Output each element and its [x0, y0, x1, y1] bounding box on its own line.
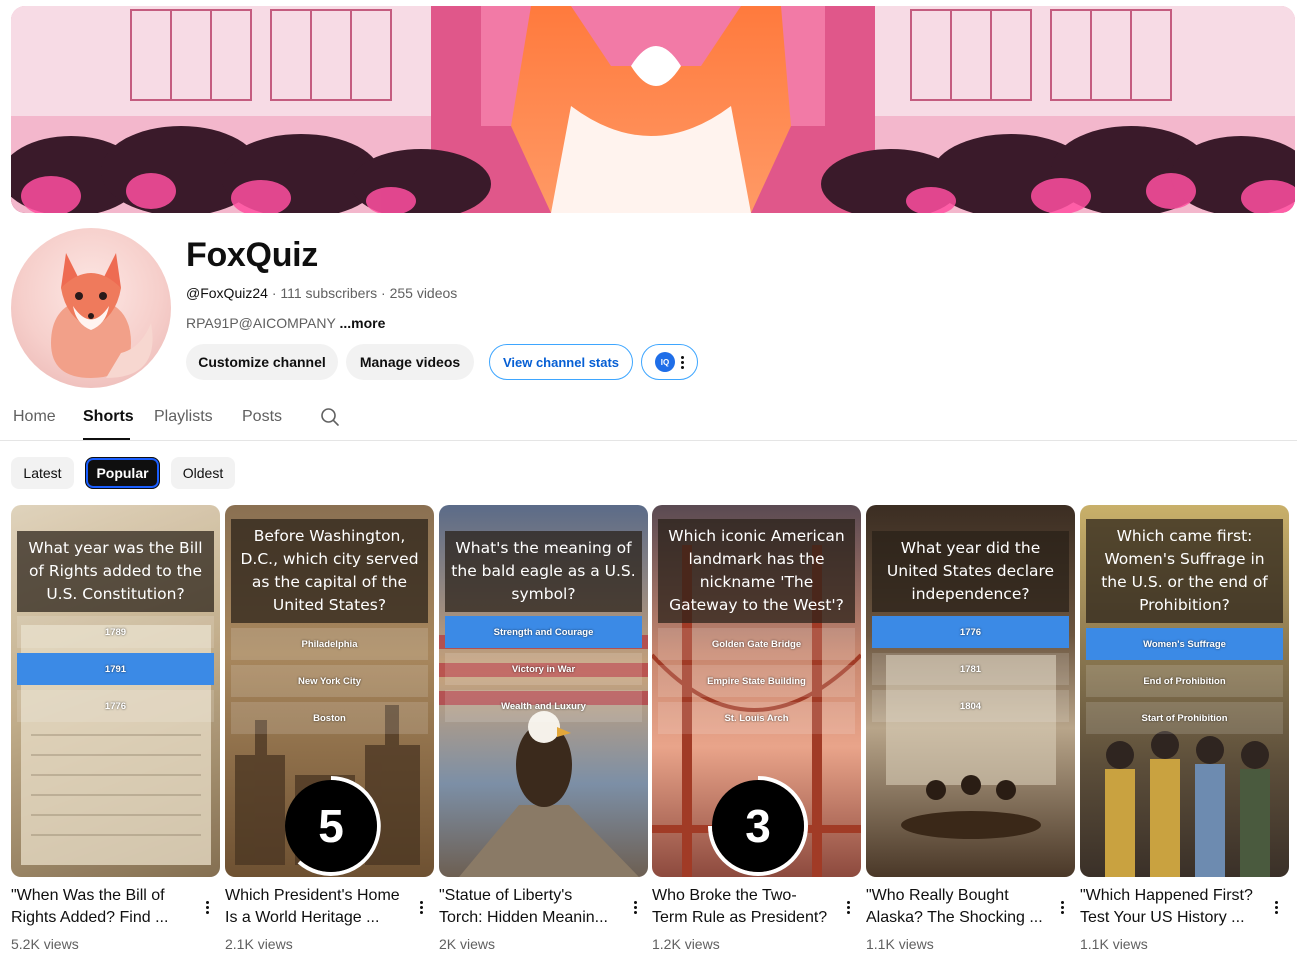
short-card[interactable]: What year did the United States declare …: [866, 505, 1075, 952]
short-title[interactable]: "When Was the Bill of Rights Added? Find…: [11, 885, 191, 929]
short-title[interactable]: "Who Really Bought Alaska? The Shocking …: [866, 885, 1046, 929]
short-thumbnail[interactable]: Which came first: Women's Suffrage in th…: [1080, 505, 1289, 877]
more-vert-icon[interactable]: [413, 897, 429, 917]
countdown-timer: 3: [712, 780, 804, 872]
view-count: 2K views: [439, 936, 496, 952]
short-title[interactable]: "Statue of Liberty's Torch: Hidden Meani…: [439, 885, 619, 929]
more-vert-icon[interactable]: [840, 897, 856, 917]
answer-option: Victory in War: [445, 653, 642, 685]
question-text: Which iconic American landmark has the n…: [658, 519, 855, 623]
short-thumbnail[interactable]: Which iconic American landmark has the n…: [652, 505, 861, 877]
channel-description[interactable]: RPA91P@AICOMPANY ...more: [186, 315, 385, 331]
question-text: Which came first: Women's Suffrage in th…: [1086, 519, 1283, 623]
filter-popular[interactable]: Popular: [85, 457, 160, 489]
countdown-timer: 5: [285, 780, 377, 872]
view-count: 1.1K views: [1080, 936, 1148, 952]
tab-playlists[interactable]: Playlists: [154, 408, 213, 426]
short-title[interactable]: Who Broke the Two-Term Rule as President…: [652, 885, 832, 929]
short-card[interactable]: What year was the Bill of Rights added t…: [11, 505, 220, 952]
tab-shorts[interactable]: Shorts: [83, 408, 134, 426]
answer-option-highlighted: Strength and Courage: [445, 616, 642, 648]
subscriber-count: 111 subscribers: [280, 285, 378, 301]
more-vert-icon: [681, 355, 684, 369]
active-tab-indicator: [83, 438, 130, 440]
short-thumbnail[interactable]: Before Washington, D.C., which city serv…: [225, 505, 434, 877]
short-title[interactable]: "Which Happened First? Test Your US Hist…: [1080, 885, 1260, 929]
channel-banner: [11, 6, 1295, 213]
vidiq-menu-button[interactable]: IQ: [641, 344, 698, 380]
question-text: What year did the United States declare …: [872, 531, 1069, 612]
short-card[interactable]: Before Washington, D.C., which city serv…: [225, 505, 434, 952]
question-text: What's the meaning of the bald eagle as …: [445, 531, 642, 612]
view-channel-stats-button[interactable]: View channel stats: [489, 344, 633, 380]
answer-option-highlighted: 1791: [17, 653, 214, 685]
short-card[interactable]: Which came first: Women's Suffrage in th…: [1080, 505, 1289, 952]
channel-meta: @FoxQuiz24 · 111 subscribers · 255 video…: [186, 285, 457, 301]
meta-separator: ·: [271, 285, 277, 301]
filter-latest[interactable]: Latest: [11, 457, 74, 489]
fox-avatar-image: [51, 253, 153, 378]
channel-name: FoxQuiz: [186, 236, 319, 274]
more-vert-icon[interactable]: [199, 897, 215, 917]
description-text: RPA91P@AICOMPANY: [186, 315, 336, 331]
channel-tabs: Home Shorts Playlists Posts: [0, 392, 1297, 441]
question-text: What year was the Bill of Rights added t…: [17, 531, 214, 612]
answer-option: Golden Gate Bridge: [658, 628, 855, 660]
short-card[interactable]: What's the meaning of the bald eagle as …: [439, 505, 648, 952]
answer-option-highlighted: 1776: [872, 616, 1069, 648]
banner-artwork: [11, 6, 1295, 213]
short-thumbnail[interactable]: What year was the Bill of Rights added t…: [11, 505, 220, 877]
channel-handle: @FoxQuiz24: [186, 285, 268, 301]
customize-channel-button[interactable]: Customize channel: [186, 344, 338, 380]
view-count: 5.2K views: [11, 936, 79, 952]
question-text: Before Washington, D.C., which city serv…: [231, 519, 428, 623]
more-vert-icon[interactable]: [1268, 897, 1284, 917]
answer-option-highlighted: Women's Suffrage: [1086, 628, 1283, 660]
answer-option: End of Prohibition: [1086, 665, 1283, 697]
answer-option: 1789: [17, 616, 214, 648]
answer-option: 1804: [872, 690, 1069, 722]
answer-option: Start of Prohibition: [1086, 702, 1283, 734]
answer-option: New York City: [231, 665, 428, 697]
channel-avatar[interactable]: [11, 228, 171, 388]
short-thumbnail[interactable]: What year did the United States declare …: [866, 505, 1075, 877]
meta-separator: ·: [381, 285, 386, 301]
short-title[interactable]: Which President's Home Is a World Herita…: [225, 885, 405, 929]
answer-option: Philadelphia: [231, 628, 428, 660]
more-link[interactable]: ...more: [339, 315, 385, 331]
filter-oldest[interactable]: Oldest: [171, 457, 235, 489]
short-card[interactable]: Which iconic American landmark has the n…: [652, 505, 861, 952]
tab-home[interactable]: Home: [13, 408, 56, 426]
short-thumbnail[interactable]: What's the meaning of the bald eagle as …: [439, 505, 648, 877]
video-count: 255 videos: [389, 285, 458, 301]
more-vert-icon[interactable]: [1054, 897, 1070, 917]
view-count: 2.1K views: [225, 936, 293, 952]
tab-posts[interactable]: Posts: [242, 408, 282, 426]
answer-option: Boston: [231, 702, 428, 734]
vidiq-icon: IQ: [655, 352, 675, 372]
answer-option: St. Louis Arch: [658, 702, 855, 734]
manage-videos-button[interactable]: Manage videos: [346, 344, 474, 380]
more-vert-icon[interactable]: [627, 897, 643, 917]
answer-option: 1776: [17, 690, 214, 722]
search-icon[interactable]: [320, 407, 340, 427]
view-count: 1.2K views: [652, 936, 720, 952]
answer-option: Empire State Building: [658, 665, 855, 697]
view-count: 1.1K views: [866, 936, 934, 952]
answer-option: Wealth and Luxury: [445, 690, 642, 722]
answer-option: 1781: [872, 653, 1069, 685]
